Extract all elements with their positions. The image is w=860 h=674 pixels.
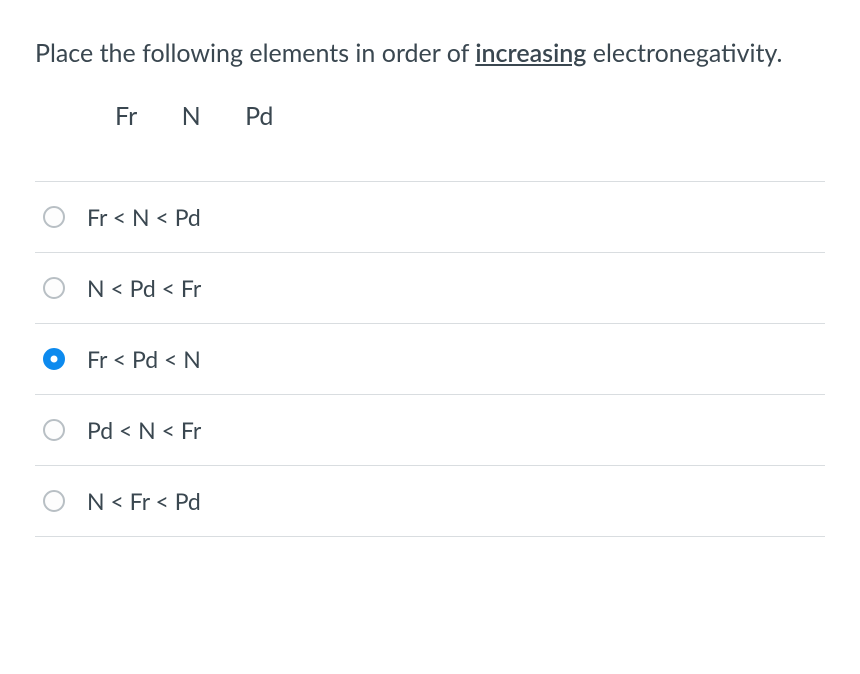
option-label-1: N < Pd < Fr (87, 274, 201, 302)
radio-button-2[interactable] (43, 348, 65, 370)
option-label-0: Fr < N < Pd (87, 203, 201, 231)
elements-list: Fr N Pd (35, 101, 825, 131)
question-prefix: Place the following elements in order of (35, 38, 475, 68)
option-label-4: N < Fr < Pd (87, 487, 201, 515)
options-group: Fr < N < Pd N < Pd < Fr Fr < Pd < N Pd <… (35, 181, 825, 537)
radio-button-3[interactable] (43, 419, 65, 441)
option-row-4[interactable]: N < Fr < Pd (35, 465, 825, 537)
option-row-1[interactable]: N < Pd < Fr (35, 252, 825, 323)
option-row-0[interactable]: Fr < N < Pd (35, 181, 825, 252)
radio-button-0[interactable] (43, 206, 65, 228)
element-1: N (182, 101, 201, 131)
element-2: Pd (245, 101, 273, 131)
element-0: Fr (115, 101, 137, 131)
option-label-2: Fr < Pd < N (87, 345, 201, 373)
question-prompt: Place the following elements in order of… (35, 35, 825, 73)
option-row-3[interactable]: Pd < N < Fr (35, 394, 825, 465)
question-suffix: electronegativity. (586, 38, 782, 68)
radio-button-4[interactable] (43, 490, 65, 512)
question-emphasis: increasing (475, 38, 586, 68)
radio-button-1[interactable] (43, 277, 65, 299)
option-row-2[interactable]: Fr < Pd < N (35, 323, 825, 394)
option-label-3: Pd < N < Fr (87, 416, 201, 444)
